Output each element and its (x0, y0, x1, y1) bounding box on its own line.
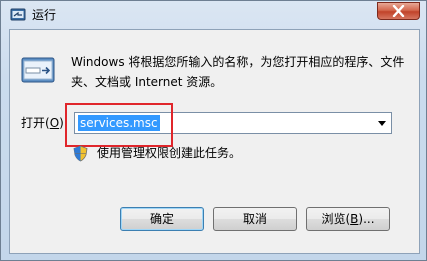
run-dialog-window: 运行 Windows 将根据您所输入的名称，为您打开相应的程序、文件夹、文档或 … (0, 0, 427, 261)
ok-button[interactable]: 确定 (120, 207, 204, 231)
window-title: 运行 (32, 8, 57, 22)
run-icon (10, 7, 26, 23)
admin-note: 使用管理权限创建此任务。 (97, 146, 242, 160)
chevron-down-icon (378, 121, 386, 126)
open-label: 打开(O): (21, 116, 68, 130)
open-input[interactable]: services.msc (78, 115, 160, 131)
browse-button[interactable]: 浏览(B)... (306, 207, 390, 231)
close-button[interactable] (377, 2, 420, 20)
description-text: Windows 将根据您所输入的名称，为您打开相应的程序、文件夹、文档或 Int… (71, 55, 405, 89)
dropdown-button[interactable] (374, 113, 391, 133)
uac-shield-icon (73, 145, 88, 162)
run-program-icon (21, 55, 55, 85)
dialog-body: Windows 将根据您所输入的名称，为您打开相应的程序、文件夹、文档或 Int… (9, 29, 420, 254)
title-bar[interactable]: 运行 (1, 1, 427, 29)
open-combobox[interactable]: services.msc (74, 112, 392, 134)
cancel-button[interactable]: 取消 (213, 207, 297, 231)
close-icon (392, 5, 405, 17)
